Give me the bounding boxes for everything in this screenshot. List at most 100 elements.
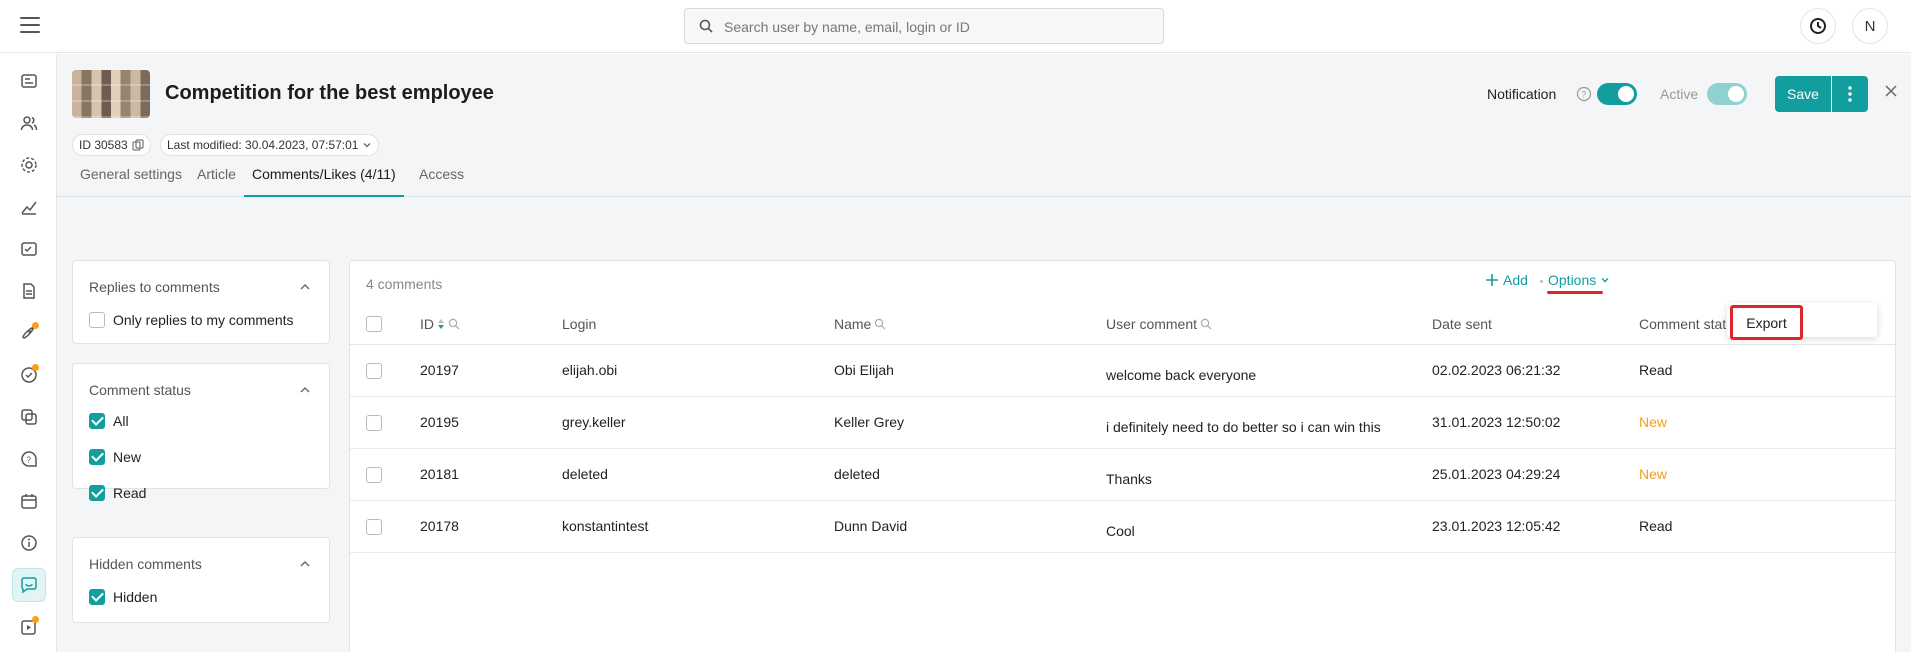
row-name: Keller Grey bbox=[834, 414, 905, 430]
document-icon[interactable] bbox=[12, 274, 46, 308]
column-name-label: Name bbox=[834, 316, 872, 332]
vertical-dots-icon bbox=[1848, 86, 1852, 102]
row-checkbox[interactable] bbox=[366, 519, 382, 535]
table-row[interactable]: 20178 konstantintest Dunn David Cool 23.… bbox=[350, 501, 1895, 553]
history-button[interactable] bbox=[1800, 8, 1836, 44]
comments-icon[interactable] bbox=[12, 568, 46, 602]
tab-general-settings[interactable]: General settings bbox=[72, 158, 190, 197]
export-menu-item[interactable]: Export bbox=[1730, 305, 1803, 340]
options-button[interactable]: Options bbox=[1548, 272, 1610, 288]
calendar-icon[interactable] bbox=[12, 484, 46, 518]
search-icon[interactable] bbox=[448, 318, 460, 330]
column-login: Login bbox=[562, 316, 596, 332]
row-name: deleted bbox=[834, 466, 880, 482]
row-status: New bbox=[1639, 466, 1668, 482]
row-date: 02.02.2023 06:21:32 bbox=[1432, 362, 1561, 378]
notification-label: Notification bbox=[1487, 86, 1557, 102]
status-read-label: Read bbox=[113, 485, 147, 501]
news-icon[interactable] bbox=[12, 64, 46, 98]
select-all-checkbox[interactable] bbox=[366, 316, 382, 332]
media-icon[interactable] bbox=[12, 610, 46, 644]
rocket-icon[interactable] bbox=[12, 316, 46, 350]
last-modified-chip[interactable]: Last modified: 30.04.2023, 07:57:01 bbox=[160, 134, 380, 156]
menu-icon[interactable] bbox=[20, 17, 40, 33]
tab-article[interactable]: Article bbox=[189, 158, 244, 197]
avatar[interactable]: N bbox=[1852, 8, 1888, 44]
options-dropdown: Export bbox=[1727, 303, 1877, 340]
status-new-checkbox[interactable] bbox=[89, 449, 105, 465]
notification-toggle[interactable] bbox=[1597, 83, 1637, 105]
row-date: 23.01.2023 12:05:42 bbox=[1432, 518, 1561, 534]
status-read-option[interactable]: Read bbox=[89, 484, 146, 502]
status-new-option[interactable]: New bbox=[89, 448, 141, 466]
search-placeholder: Search user by name, email, login or ID bbox=[724, 19, 970, 35]
close-icon[interactable] bbox=[1884, 84, 1898, 98]
column-login-label: Login bbox=[562, 316, 597, 332]
options-highlight-underline bbox=[1547, 291, 1603, 294]
column-comment-status: Comment stat bbox=[1639, 316, 1726, 332]
column-date-sent-label: Date sent bbox=[1432, 316, 1492, 332]
search-icon[interactable] bbox=[1200, 318, 1212, 330]
separator-dot bbox=[1540, 280, 1543, 283]
chevron-up-icon[interactable] bbox=[299, 384, 311, 396]
status-read-checkbox[interactable] bbox=[89, 485, 105, 501]
column-id[interactable]: ID bbox=[420, 316, 460, 332]
chat-help-icon[interactable]: ? bbox=[12, 442, 46, 476]
table-row[interactable]: 20197 elijah.obi Obi Elijah welcome back… bbox=[350, 345, 1895, 397]
status-new-label: New bbox=[113, 449, 142, 465]
save-button[interactable]: Save bbox=[1775, 76, 1831, 112]
row-date: 31.01.2023 12:50:02 bbox=[1432, 414, 1561, 430]
check-circle-icon[interactable] bbox=[12, 358, 46, 392]
left-rail: ? bbox=[0, 54, 57, 652]
tab-access[interactable]: Access bbox=[411, 158, 472, 197]
row-comment: Thanks bbox=[1106, 471, 1152, 487]
help-icon[interactable]: ? bbox=[1576, 86, 1592, 102]
svg-text:?: ? bbox=[1581, 90, 1586, 100]
tab-bar: General settings Article Comments/Likes … bbox=[57, 158, 1911, 197]
chevron-up-icon[interactable] bbox=[299, 281, 311, 293]
table-row[interactable]: 20181 deleted deleted Thanks 25.01.2023 … bbox=[350, 449, 1895, 501]
tasks-icon[interactable] bbox=[12, 232, 46, 266]
status-all-checkbox[interactable] bbox=[89, 413, 105, 429]
row-comment: welcome back everyone bbox=[1106, 367, 1257, 383]
row-login: grey.keller bbox=[562, 414, 626, 430]
users-icon[interactable] bbox=[12, 106, 46, 140]
chevron-up-icon[interactable] bbox=[299, 558, 311, 570]
options-label: Options bbox=[1548, 272, 1597, 288]
table-row[interactable]: 20195 grey.keller Keller Grey i definite… bbox=[350, 397, 1895, 449]
row-login: konstantintest bbox=[562, 518, 649, 534]
status-all-option[interactable]: All bbox=[89, 412, 129, 430]
column-user-comment[interactable]: User comment bbox=[1106, 316, 1212, 332]
column-name[interactable]: Name bbox=[834, 316, 886, 332]
only-replies-checkbox[interactable] bbox=[89, 312, 105, 328]
tab-comments-likes[interactable]: Comments/Likes (4/11) bbox=[244, 158, 404, 197]
hidden-option[interactable]: Hidden bbox=[89, 588, 157, 606]
chevron-down-icon bbox=[364, 143, 371, 148]
add-label: Add bbox=[1503, 272, 1528, 288]
row-checkbox[interactable] bbox=[366, 415, 382, 431]
hidden-filter-title: Hidden comments bbox=[89, 556, 202, 572]
row-name: Dunn David bbox=[834, 518, 908, 534]
analytics-icon[interactable] bbox=[12, 190, 46, 224]
copy-icon[interactable] bbox=[132, 139, 144, 151]
only-replies-label: Only replies to my comments bbox=[113, 312, 294, 328]
search-icon[interactable] bbox=[874, 318, 886, 330]
add-button[interactable]: Add bbox=[1485, 272, 1528, 288]
cover-image[interactable] bbox=[72, 70, 150, 118]
id-chip[interactable]: ID 30583 bbox=[72, 134, 151, 156]
info-icon[interactable] bbox=[12, 526, 46, 560]
search-input[interactable]: Search user by name, email, login or ID bbox=[684, 8, 1164, 44]
row-id: 20181 bbox=[420, 466, 459, 482]
hidden-checkbox[interactable] bbox=[89, 589, 105, 605]
more-options-button[interactable] bbox=[1832, 76, 1868, 112]
table-header: ID Login Name User comment Date sent Com… bbox=[350, 303, 1895, 345]
row-checkbox[interactable] bbox=[366, 467, 382, 483]
row-id: 20195 bbox=[420, 414, 459, 430]
copy-stack-icon[interactable] bbox=[12, 400, 46, 434]
gear-icon[interactable] bbox=[12, 148, 46, 182]
active-toggle[interactable] bbox=[1707, 83, 1747, 105]
only-replies-option[interactable]: Only replies to my comments bbox=[89, 311, 294, 329]
row-checkbox[interactable] bbox=[366, 363, 382, 379]
status-all-label: All bbox=[113, 413, 129, 429]
sort-icon[interactable] bbox=[437, 318, 445, 330]
